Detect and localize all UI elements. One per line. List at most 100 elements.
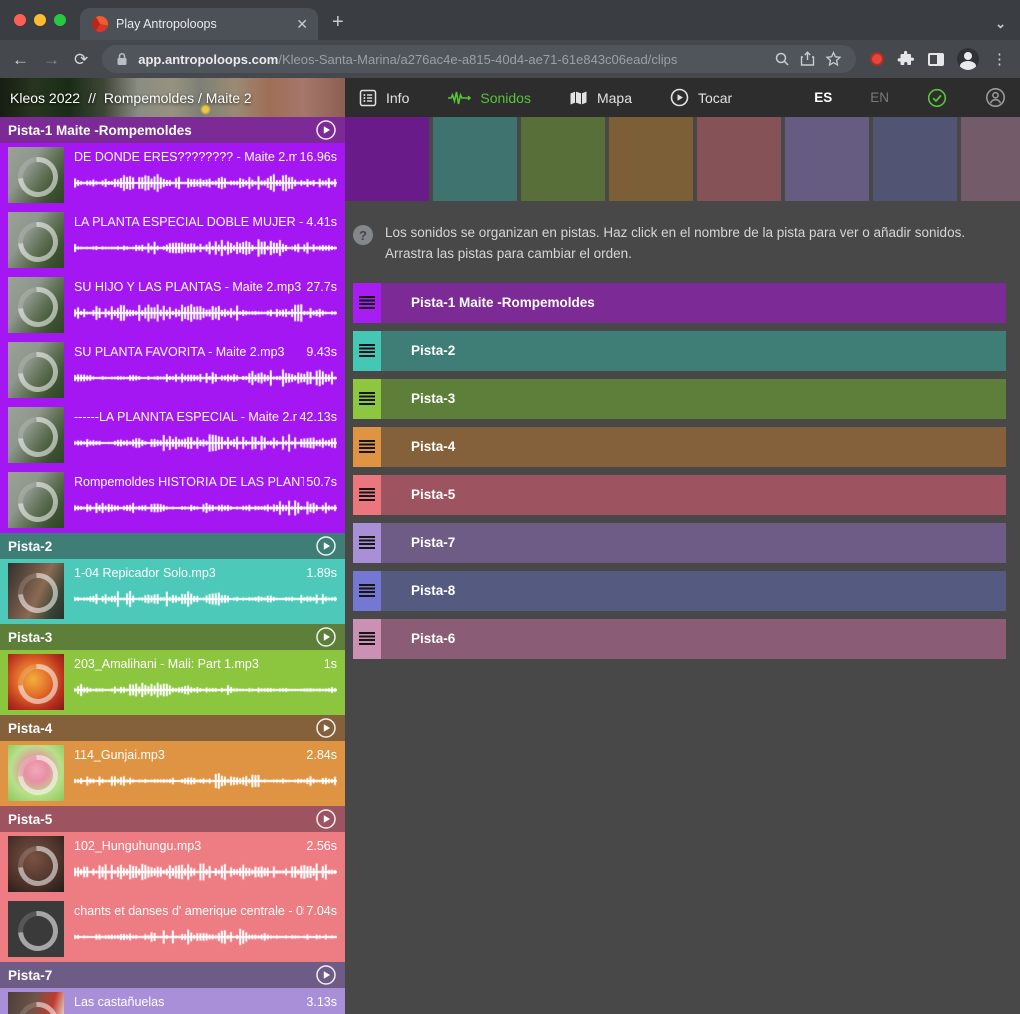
color-swatch xyxy=(873,117,957,201)
help-row: ? Los sonidos se organizan en pistas. Ha… xyxy=(353,223,1006,265)
track-row-bar[interactable]: Pista-2 xyxy=(381,331,1006,371)
drag-handle[interactable] xyxy=(353,427,381,467)
track-header[interactable]: Pista-3 xyxy=(0,624,345,650)
share-icon[interactable] xyxy=(800,51,815,67)
clip-duration: 9.43s xyxy=(306,345,337,359)
sidebar-track-section: Pista-3 203_Amalihani - Mali: Part 1.mp3… xyxy=(0,624,345,715)
lang-es-button[interactable]: ES xyxy=(814,90,832,105)
track-header[interactable]: Pista-7 xyxy=(0,962,345,988)
track-play-icon[interactable] xyxy=(315,535,337,557)
track-row-bar[interactable]: Pista-4 xyxy=(381,427,1006,467)
browser-tab[interactable]: Play Antropoloops ✕ xyxy=(80,8,318,40)
track-row[interactable]: Pista-3 xyxy=(353,379,1006,419)
track-play-icon[interactable] xyxy=(315,808,337,830)
side-panel-icon[interactable] xyxy=(928,53,944,66)
back-button[interactable]: ← xyxy=(12,51,29,68)
clip-thumbnail xyxy=(8,836,64,892)
browser-menu-icon[interactable]: ⋮ xyxy=(992,50,1008,68)
clip-thumbnail xyxy=(8,745,64,801)
track-play-icon[interactable] xyxy=(315,626,337,648)
audio-clip[interactable]: 102_Hunguhungu.mp3 2.56s xyxy=(0,832,345,897)
reload-button[interactable]: ⟳ xyxy=(74,51,88,68)
track-row[interactable]: Pista-5 xyxy=(353,475,1006,515)
new-tab-button[interactable]: + xyxy=(332,11,344,40)
tab-close-icon[interactable]: ✕ xyxy=(296,16,308,33)
track-row-bar[interactable]: Pista-5 xyxy=(381,475,1006,515)
drag-handle-icon xyxy=(359,632,375,645)
audio-clip[interactable]: LA PLANTA ESPECIAL DOBLE MUJER - Mai... … xyxy=(0,208,345,273)
bookmark-star-icon[interactable] xyxy=(825,51,842,67)
drag-handle[interactable] xyxy=(353,475,381,515)
track-row-bar[interactable]: Pista-8 xyxy=(381,571,1006,611)
audio-clip[interactable]: DE DONDE ERES???????? - Maite 2.mp3 16.9… xyxy=(0,143,345,208)
clip-waveform xyxy=(74,237,337,259)
audio-clip[interactable]: SU HIJO Y LAS PLANTAS - Maite 2.mp3 27.7… xyxy=(0,273,345,338)
clip-waveform xyxy=(74,497,337,519)
zoom-window-button[interactable] xyxy=(54,14,66,26)
track-play-icon[interactable] xyxy=(315,717,337,739)
sidebar-track-section: Pista-5 102_Hunguhungu.mp3 2.56s chants … xyxy=(0,806,345,962)
drag-handle[interactable] xyxy=(353,619,381,659)
clip-name: SU HIJO Y LAS PLANTAS - Maite 2.mp3 xyxy=(74,280,304,294)
tab-sonidos[interactable]: Sonidos xyxy=(447,90,531,106)
track-row[interactable]: Pista-7 xyxy=(353,523,1006,563)
audio-clip[interactable]: SU PLANTA FAVORITA - Maite 2.mp3 9.43s xyxy=(0,338,345,403)
track-header[interactable]: Pista-1 Maite -Rompemoldes xyxy=(0,117,345,143)
breadcrumb[interactable]: Kleos 2022 // Rompemoldes / Maite 2 xyxy=(0,78,345,117)
drag-handle-icon xyxy=(359,488,375,501)
audio-clip[interactable]: Rompemoldes HISTORIA DE LAS PLANTAS... 5… xyxy=(0,468,345,533)
drag-handle[interactable] xyxy=(353,379,381,419)
url-text[interactable]: app.antropoloops.com/Kleos-Santa-Marina/… xyxy=(138,52,764,67)
breadcrumb-separator: // xyxy=(88,90,96,106)
profile-avatar[interactable] xyxy=(957,48,979,70)
track-row-bar[interactable]: Pista-1 Maite -Rompemoldes xyxy=(381,283,1006,323)
audio-clip[interactable]: Las castañuelas 3.13s xyxy=(0,988,345,1014)
track-row-bar[interactable]: Pista-6 xyxy=(381,619,1006,659)
clip-waveform xyxy=(74,926,337,948)
forward-button[interactable]: → xyxy=(43,51,60,68)
clip-waveform xyxy=(74,770,337,792)
audio-clip[interactable]: 203_Amalihani - Mali: Part 1.mp3 1s xyxy=(0,650,345,715)
track-name: Pista-4 xyxy=(8,721,315,736)
track-row[interactable]: Pista-4 xyxy=(353,427,1006,467)
track-row[interactable]: Pista-1 Maite -Rompemoldes xyxy=(353,283,1006,323)
clip-thumbnail xyxy=(8,901,64,957)
audio-clip[interactable]: chants et danses d' amerique centrale - … xyxy=(0,897,345,962)
color-swatch xyxy=(961,117,1020,201)
tab-mapa[interactable]: Mapa xyxy=(569,90,632,106)
track-header[interactable]: Pista-4 xyxy=(0,715,345,741)
drag-handle[interactable] xyxy=(353,571,381,611)
audio-clip[interactable]: 1-04 Repicador Solo.mp3 1.89s xyxy=(0,559,345,624)
zoom-page-icon[interactable] xyxy=(774,51,790,67)
track-row[interactable]: Pista-2 xyxy=(353,331,1006,371)
close-window-button[interactable] xyxy=(14,14,26,26)
track-row-label: Pista-2 xyxy=(381,343,455,358)
tab-info[interactable]: Info xyxy=(359,89,409,107)
tab-tocar[interactable]: Tocar xyxy=(670,88,732,107)
drag-handle[interactable] xyxy=(353,283,381,323)
info-list-icon xyxy=(359,89,377,107)
track-row-bar[interactable]: Pista-3 xyxy=(381,379,1006,419)
lang-en-button[interactable]: EN xyxy=(870,90,889,105)
audio-clip[interactable]: ------LA PLANNTA ESPECIAL - Maite 2.mp3 … xyxy=(0,403,345,468)
track-play-icon[interactable] xyxy=(315,119,337,141)
drag-handle[interactable] xyxy=(353,331,381,371)
track-row-label: Pista-4 xyxy=(381,439,455,454)
track-row[interactable]: Pista-8 xyxy=(353,571,1006,611)
minimize-window-button[interactable] xyxy=(34,14,46,26)
record-extension-icon[interactable] xyxy=(870,52,884,66)
track-row[interactable]: Pista-6 xyxy=(353,619,1006,659)
track-header[interactable]: Pista-5 xyxy=(0,806,345,832)
audio-clip[interactable]: 114_Gunjai.mp3 2.84s xyxy=(0,741,345,806)
track-row-label: Pista-7 xyxy=(381,535,455,550)
address-bar[interactable]: app.antropoloops.com/Kleos-Santa-Marina/… xyxy=(102,45,856,73)
clip-waveform xyxy=(74,432,337,454)
extensions-puzzle-icon[interactable] xyxy=(897,50,915,68)
track-play-icon[interactable] xyxy=(315,964,337,986)
track-row-label: Pista-5 xyxy=(381,487,455,502)
drag-handle[interactable] xyxy=(353,523,381,563)
track-header[interactable]: Pista-2 xyxy=(0,533,345,559)
track-row-bar[interactable]: Pista-7 xyxy=(381,523,1006,563)
tab-search-chevron-icon[interactable]: ⌄ xyxy=(995,16,1006,32)
account-icon[interactable] xyxy=(985,87,1006,108)
